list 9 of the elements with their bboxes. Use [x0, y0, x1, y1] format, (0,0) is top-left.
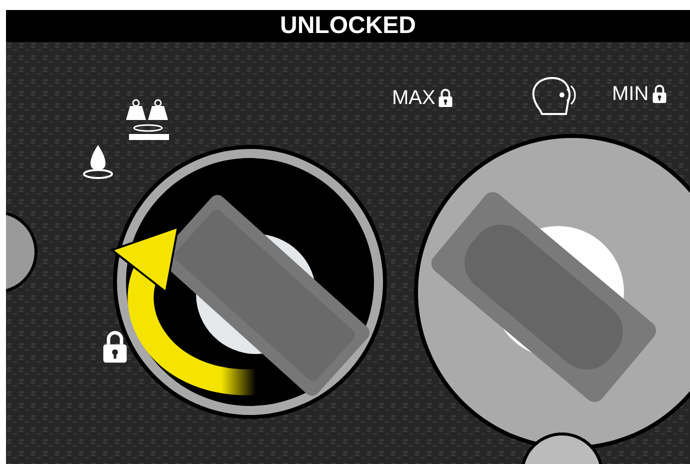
padlock-icon [438, 88, 454, 108]
padlock-icon [652, 84, 667, 104]
head-sound-icon [532, 77, 576, 115]
padlock-icon [102, 330, 128, 364]
weights-brush-icon [126, 99, 169, 140]
water-drop-icon [83, 145, 113, 179]
min-label: MIN [612, 84, 649, 104]
max-label: MAX [392, 88, 436, 108]
header-title: UNLOCKED [280, 14, 416, 38]
